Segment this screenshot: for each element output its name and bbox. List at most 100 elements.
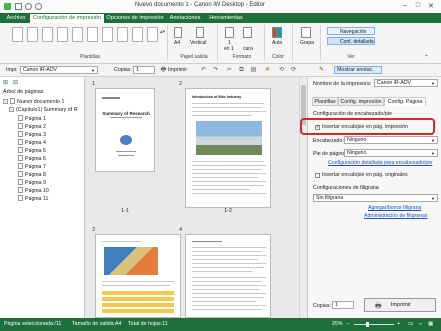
orientation-label[interactable]: Vertical [190, 40, 206, 46]
maximize-icon[interactable]: □ [413, 2, 423, 9]
copy-icon[interactable]: ⧉ [238, 67, 245, 73]
add-remove-watermark-link[interactable]: Agregar/borrar filigrana [368, 205, 421, 211]
page-thumbnail[interactable] [95, 234, 181, 318]
page-text [192, 293, 266, 294]
tab-config-impresion[interactable]: Config. impresión [338, 97, 384, 106]
rotate-right-icon[interactable]: ⟳ [290, 67, 297, 73]
detailed-config-button[interactable]: Conf. detallada [327, 37, 375, 45]
staple-icon[interactable] [301, 27, 311, 38]
page-label: 1-1 [121, 208, 129, 214]
tree-page[interactable]: Página 3 [18, 131, 46, 138]
preview-scrollbar[interactable] [299, 77, 307, 318]
staple-label[interactable]: Grapa [300, 40, 314, 46]
tree-add-icon[interactable]: ⊞ [3, 79, 8, 86]
undo-quick-icon[interactable] [25, 3, 32, 10]
tree-page[interactable]: Página 1 [18, 115, 46, 122]
template-thumb-1[interactable] [12, 27, 23, 42]
zoom-slider[interactable] [354, 322, 394, 327]
paste-icon[interactable]: ▤ [250, 67, 257, 73]
template-thumb-10[interactable] [147, 27, 158, 42]
navigation-button[interactable]: Navegación [327, 27, 375, 35]
close-icon[interactable]: ✕ [426, 2, 436, 10]
printer-select[interactable]: Canon iR-ADV ▼ [20, 66, 98, 74]
print-button[interactable]: 🖶 Imprimir [364, 298, 436, 312]
n-up-icon[interactable] [225, 27, 234, 38]
template-thumb-4[interactable] [57, 27, 68, 42]
tree-page[interactable]: Página 9 [18, 179, 46, 186]
page-thumbnail[interactable]: Introduction of Bike Industry [185, 88, 271, 208]
paper-size-label[interactable]: A4 [174, 40, 180, 46]
template-thumb-6[interactable] [87, 27, 98, 42]
tree-page[interactable]: Página 5 [18, 147, 46, 154]
duplex-icon[interactable] [243, 27, 252, 38]
collapse-ribbon-icon[interactable]: ⌃ [424, 54, 429, 61]
color-icon[interactable] [272, 27, 282, 38]
page-text [192, 115, 252, 116]
page-text [118, 155, 134, 156]
tab-opciones-impresion[interactable]: Opciones de impresión [106, 13, 164, 23]
printer-name-select[interactable]: Canon iR-ADV ▼ [374, 79, 438, 87]
template-thumb-9[interactable] [132, 27, 143, 42]
tree-page[interactable]: Página 4 [18, 139, 46, 146]
print-toolbar-button[interactable]: Imprimir [168, 67, 187, 73]
tab-anotaciones[interactable]: Anotaciones [166, 13, 204, 23]
zoom-slider-thumb[interactable] [366, 322, 369, 327]
redo-icon[interactable]: ↷ [212, 67, 219, 73]
tree-root[interactable]: − Nuevo documento 1 [3, 98, 64, 105]
page-number: 3 [92, 227, 96, 233]
rotate-left-icon[interactable]: ⟲ [278, 67, 285, 73]
header-select[interactable]: Ninguno ▼ [344, 136, 438, 144]
zoom-in-icon[interactable]: + [397, 321, 400, 327]
multi-page-icon[interactable]: ▦ [428, 321, 433, 327]
tree-page[interactable]: Página 6 [18, 155, 46, 162]
tree-page[interactable]: Página 8 [18, 171, 46, 178]
expand-icon[interactable]: − [3, 99, 8, 104]
tab-configuracion-impresion[interactable]: Configuración de impresión [30, 14, 104, 23]
show-annotations-button[interactable]: Mostrar anotac. [334, 66, 382, 74]
delete-icon[interactable]: ✕ [264, 67, 271, 73]
page-thumbnail[interactable] [185, 234, 271, 318]
page-text [192, 309, 262, 310]
title-bar: Nuevo documento 1 - Canon iW Desktop - E… [0, 0, 441, 14]
template-thumb-3[interactable] [42, 27, 53, 42]
template-thumb-5[interactable] [72, 27, 83, 42]
color-value[interactable]: Auto [272, 40, 282, 46]
fit-width-icon[interactable]: ⇔ [418, 321, 423, 327]
tree-page[interactable]: Página 11 [18, 195, 48, 202]
tree-collapse-icon[interactable]: ⊟ [13, 79, 18, 86]
template-thumb-7[interactable] [102, 27, 113, 42]
detailed-header-footer-link[interactable]: Configuración detallada para encabezado/… [328, 160, 432, 166]
show-annotations-label: Mostrar anotac. [337, 67, 374, 73]
manage-watermarks-link[interactable]: Administración de filigranas [364, 213, 427, 219]
footer-select[interactable]: Ninguno ▼ [344, 149, 438, 157]
tab-herramientas[interactable]: Herramientas [206, 13, 246, 23]
expand-icon[interactable]: − [9, 107, 14, 112]
paper-size-icon[interactable] [174, 27, 182, 38]
template-thumb-2[interactable] [27, 27, 38, 42]
watermark-select[interactable]: Sin filigrana ▼ [313, 194, 438, 202]
pen-icon[interactable]: ✎ [318, 67, 325, 73]
dropdown-arrow-icon: ▼ [431, 196, 435, 201]
orientation-icon[interactable] [196, 27, 204, 38]
minimize-icon[interactable]: – [400, 2, 410, 9]
fit-page-icon[interactable]: ▭ [408, 321, 413, 327]
template-thumb-8[interactable] [117, 27, 128, 42]
page-text [192, 169, 262, 170]
insert-original-checkbox[interactable] [315, 173, 320, 178]
zoom-out-icon[interactable]: − [346, 321, 349, 327]
tree-page[interactable]: Página 7 [18, 163, 46, 170]
cut-icon[interactable]: ✂ [226, 67, 233, 73]
tree-page[interactable]: Página 10 [18, 187, 49, 194]
tab-archivo[interactable]: Archivo [3, 13, 29, 23]
copies-bottom-input[interactable]: 1 [332, 301, 354, 309]
copies-input[interactable]: 1 [133, 66, 155, 74]
tree-page[interactable]: Página 2 [18, 123, 46, 130]
tab-config-pagina[interactable]: Config. Página [384, 97, 426, 106]
redo-quick-icon[interactable] [35, 3, 42, 10]
tab-plantillas[interactable]: Plantillas [312, 97, 338, 106]
save-quick-icon[interactable] [15, 3, 22, 10]
page-thumbnail[interactable]: Summary of Research [95, 88, 155, 172]
undo-icon[interactable]: ↶ [200, 67, 207, 73]
template-scroll-icon[interactable]: ▴▾ [160, 29, 165, 35]
tree-chapter[interactable]: − (Capítulo1) Summary of R [9, 107, 78, 113]
